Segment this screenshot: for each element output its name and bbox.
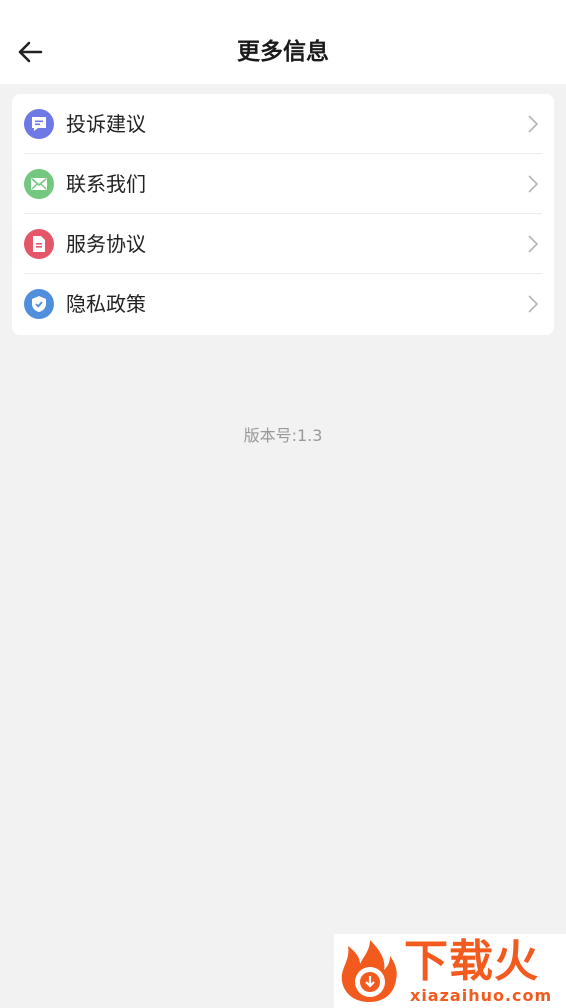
chevron-right-icon — [526, 114, 540, 134]
menu-item-service-agreement[interactable]: 服务协议 — [12, 214, 554, 274]
mail-icon — [24, 169, 54, 199]
chevron-right-icon — [526, 174, 540, 194]
menu-item-label: 投诉建议 — [66, 112, 146, 136]
chevron-right-icon — [526, 294, 540, 314]
menu-item-complaint[interactable]: 投诉建议 — [12, 94, 554, 154]
document-icon — [24, 229, 54, 259]
menu-item-label: 隐私政策 — [66, 292, 146, 316]
menu-item-label: 联系我们 — [66, 172, 146, 196]
message-icon — [24, 109, 54, 139]
menu-list: 投诉建议 联系我们 服务协议 隐私政策 — [12, 94, 554, 335]
top-bar: 更多信息 — [0, 0, 566, 84]
watermark-url: xiazaihuo.com — [410, 986, 553, 1005]
flame-logo-icon — [341, 940, 397, 1002]
menu-item-privacy-policy[interactable]: 隐私政策 — [12, 274, 554, 334]
version-label: 版本号:1.3 — [243, 426, 323, 445]
chevron-right-icon — [526, 234, 540, 254]
shield-icon — [24, 289, 54, 319]
watermark: 下载火 xiazaihuo.com — [334, 934, 566, 1008]
menu-item-label: 服务协议 — [66, 232, 146, 256]
watermark-name: 下载火 — [404, 936, 539, 987]
page-title: 更多信息 — [237, 39, 329, 65]
menu-item-contact[interactable]: 联系我们 — [12, 154, 554, 214]
